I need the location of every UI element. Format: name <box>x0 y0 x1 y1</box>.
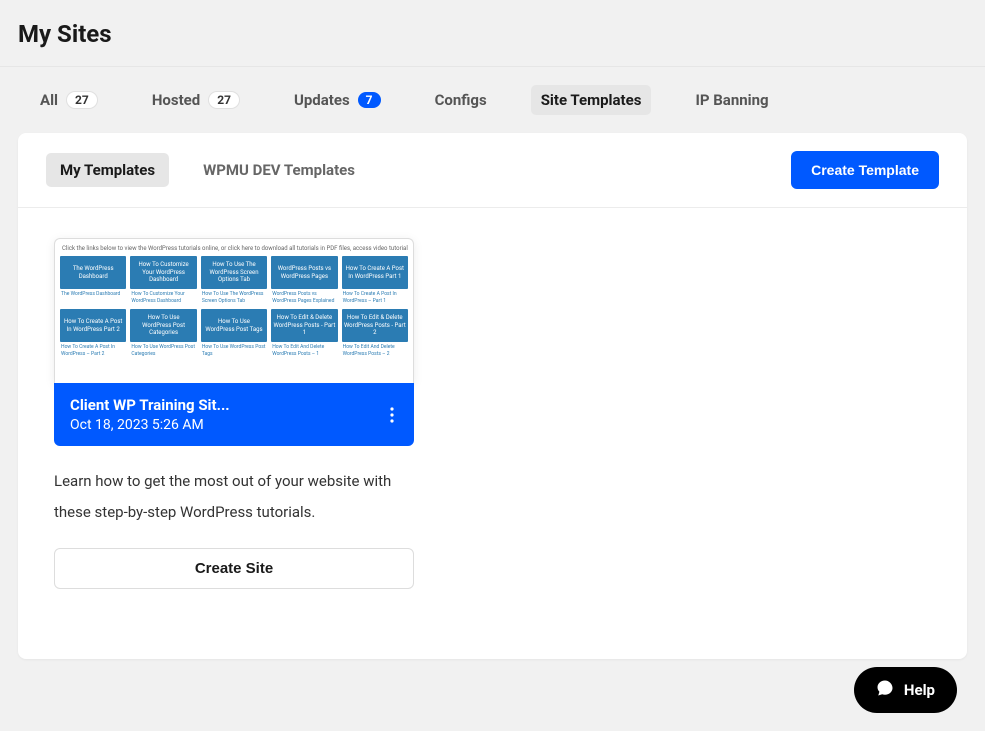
tab-ip-banning-label: IP Banning <box>695 91 768 109</box>
tab-hosted[interactable]: Hosted 27 <box>142 85 250 115</box>
tab-hosted-count: 27 <box>208 91 240 109</box>
thumb-tile: How To Use The WordPress Screen Options … <box>201 256 267 289</box>
template-subtabs: My Templates WPMU DEV Templates <box>46 153 369 187</box>
help-label: Help <box>904 681 935 699</box>
template-menu-button[interactable] <box>386 407 398 423</box>
templates-panel: My Templates WPMU DEV Templates Create T… <box>18 133 967 659</box>
thumb-tile: WordPress Posts vs WordPress Pages <box>271 256 337 289</box>
thumb-sub: How To Use WordPress Post Tags <box>201 342 267 359</box>
more-vertical-icon <box>390 407 394 423</box>
tab-site-templates-label: Site Templates <box>541 91 642 109</box>
chat-icon <box>876 679 894 701</box>
thumb-tile: The WordPress Dashboard <box>60 256 126 289</box>
thumb-tile: How To Customize Your WordPress Dashboar… <box>130 256 196 289</box>
thumb-tile: How To Use WordPress Post Tags <box>201 309 267 342</box>
template-title-bar: Client WP Training Sit... Oct 18, 2023 5… <box>54 383 414 446</box>
tab-configs-label: Configs <box>435 91 487 109</box>
thumb-sub: How To Edit And Delete WordPress Posts –… <box>271 342 337 359</box>
main-tabs: All 27 Hosted 27 Updates 7 Configs Site … <box>0 67 985 133</box>
page-title: My Sites <box>0 0 985 67</box>
tab-configs[interactable]: Configs <box>425 85 497 115</box>
template-title: Client WP Training Sit... <box>70 396 230 414</box>
subtab-my-templates[interactable]: My Templates <box>46 153 169 187</box>
tab-all-label: All <box>40 91 58 109</box>
thumbnail-intro-text: Click the links below to view the WordPr… <box>62 245 408 252</box>
tab-updates-count: 7 <box>358 92 381 108</box>
help-button[interactable]: Help <box>854 667 957 713</box>
tab-site-templates[interactable]: Site Templates <box>531 85 652 115</box>
subtab-wpmu-dev-templates[interactable]: WPMU DEV Templates <box>189 153 369 187</box>
create-site-button[interactable]: Create Site <box>54 548 414 589</box>
thumb-tile: How To Edit & Delete WordPress Posts - P… <box>271 309 337 342</box>
template-thumbnail: Click the links below to view the WordPr… <box>54 238 414 383</box>
thumb-sub: The WordPress Dashboard <box>60 289 126 306</box>
templates-grid: Click the links below to view the WordPr… <box>18 208 967 619</box>
tab-ip-banning[interactable]: IP Banning <box>685 85 778 115</box>
thumb-tile: How To Use WordPress Post Categories <box>130 309 196 342</box>
template-description: Learn how to get the most out of your we… <box>54 446 414 548</box>
tab-all-count: 27 <box>66 91 98 109</box>
create-template-button[interactable]: Create Template <box>791 151 939 189</box>
thumb-sub: WordPress Posts vs WordPress Pages Expla… <box>271 289 337 306</box>
tab-updates[interactable]: Updates 7 <box>284 85 391 115</box>
thumb-sub: How To Create A Post In WordPress – Part… <box>342 289 408 306</box>
thumb-sub: How To Use The WordPress Screen Options … <box>201 289 267 306</box>
thumb-tile: How To Edit & Delete WordPress Posts - P… <box>342 309 408 342</box>
panel-header: My Templates WPMU DEV Templates Create T… <box>18 133 967 208</box>
thumb-sub: How To Customize Your WordPress Dashboar… <box>130 289 196 306</box>
thumb-sub: How To Create A Post In WordPress – Part… <box>60 342 126 359</box>
template-card: Click the links below to view the WordPr… <box>54 238 414 589</box>
thumb-sub: How To Use WordPress Post Categories <box>130 342 196 359</box>
tab-all[interactable]: All 27 <box>30 85 108 115</box>
tab-hosted-label: Hosted <box>152 91 200 109</box>
thumb-tile: How To Create A Post In WordPress Part 2 <box>60 309 126 342</box>
template-date: Oct 18, 2023 5:26 AM <box>70 417 230 433</box>
tab-updates-label: Updates <box>294 91 350 109</box>
thumb-tile: How To Create A Post In WordPress Part 1 <box>342 256 408 289</box>
thumb-sub: How To Edit And Delete WordPress Posts –… <box>342 342 408 359</box>
